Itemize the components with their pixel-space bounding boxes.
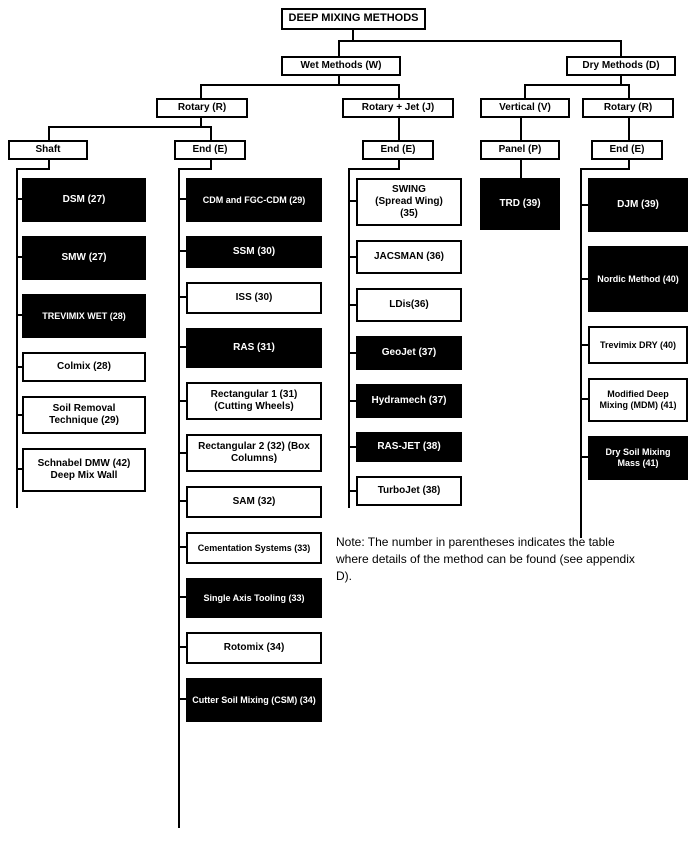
shaft-soil-removal: Soil Removal Technique (29) [22,396,146,434]
rj-end-header: End (E) [362,140,434,160]
wet-rotary: Rotary (R) [156,98,248,118]
dry-methods: Dry Methods (D) [566,56,676,76]
panel-trd: TRD (39) [480,178,560,230]
rjend-geojet: GeoJet (37) [356,336,462,370]
wetend-rect2: Rectangular 2 (32) (Box Columns) [186,434,322,472]
footnote: Note: The number in parentheses indicate… [336,534,646,584]
wetend-rotomix: Rotomix (34) [186,632,322,664]
dry-vertical: Vertical (V) [480,98,570,118]
dryend-nordic: Nordic Method (40) [588,246,688,312]
shaft-colmix: Colmix (28) [22,352,146,382]
rjend-turbojet: TurboJet (38) [356,476,462,506]
rjend-swing: SWING (Spread Wing) (35) [356,178,462,226]
wetend-cementation: Cementation Systems (33) [186,532,322,564]
shaft-dsm: DSM (27) [22,178,146,222]
wet-rotary-jet: Rotary + Jet (J) [342,98,454,118]
rjend-ldis: LDis(36) [356,288,462,322]
dryend-mdm: Modified Deep Mixing (MDM) (41) [588,378,688,422]
wetend-iss: ISS (30) [186,282,322,314]
dryend-drysoil: Dry Soil Mixing Mass (41) [588,436,688,480]
rjend-hydramech: Hydramech (37) [356,384,462,418]
rjend-jacsman: JACSMAN (36) [356,240,462,274]
dry-end-header: End (E) [591,140,663,160]
wetend-ras: RAS (31) [186,328,322,368]
panel-header: Panel (P) [480,140,560,160]
shaft-smw: SMW (27) [22,236,146,280]
rjend-rasjet: RAS-JET (38) [356,432,462,462]
shaft-header: Shaft [8,140,88,160]
wet-methods: Wet Methods (W) [281,56,401,76]
wetend-rect1: Rectangular 1 (31) (Cutting Wheels) [186,382,322,420]
shaft-schnabel: Schnabel DMW (42) Deep Mix Wall [22,448,146,492]
wetend-sam: SAM (32) [186,486,322,518]
dryend-djm: DJM (39) [588,178,688,232]
wetend-csm: Cutter Soil Mixing (CSM) (34) [186,678,322,722]
shaft-trevimix: TREVIMIX WET (28) [22,294,146,338]
dryend-trevimix: Trevimix DRY (40) [588,326,688,364]
dry-rotary: Rotary (R) [582,98,674,118]
wet-end-header: End (E) [174,140,246,160]
wetend-singleaxis: Single Axis Tooling (33) [186,578,322,618]
title-box: DEEP MIXING METHODS [281,8,426,30]
wetend-cdm: CDM and FGC-CDM (29) [186,178,322,222]
wetend-ssm: SSM (30) [186,236,322,268]
